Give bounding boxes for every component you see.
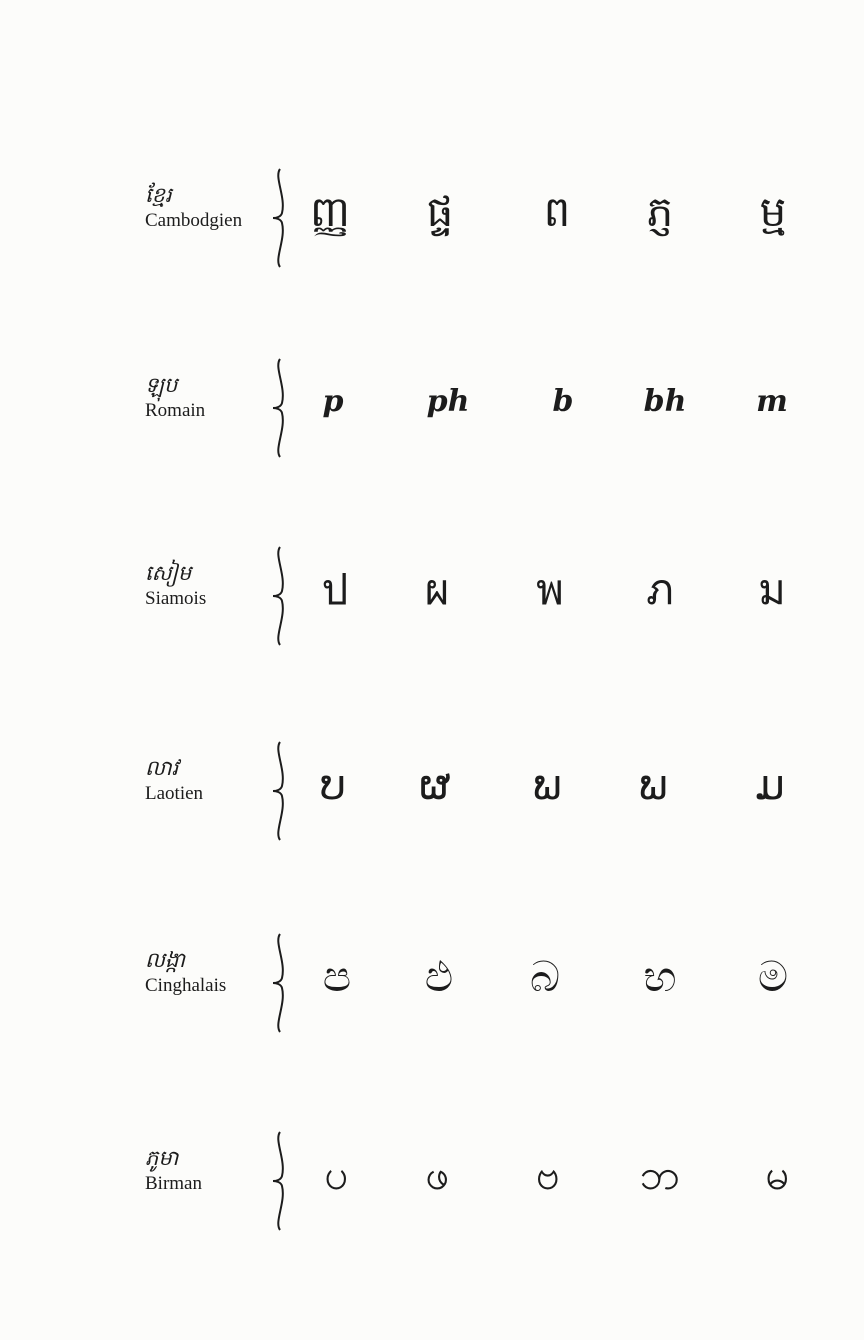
curly-brace-icon [272,933,284,1033]
french-script-name: Romain [145,400,206,421]
row-siamois: សៀម Siamois ป ผ พ ภ ม [0,543,864,653]
native-script-name: លង្កា [145,948,185,972]
glyph-cell: ป [321,565,349,614]
french-script-name: Cinghalais [145,975,227,996]
page: { "rows": [ { "native_name": "ខ្មែរ", "f… [0,0,864,1340]
glyph-cell: බ [529,952,561,1001]
glyph-cell: ม [758,565,786,614]
glyph-cell: မ [765,1150,789,1199]
row-cinghalais: លង្កា Cinghalais ප ඵ බ භ ම [0,930,864,1040]
native-script-name: ឡុប [145,373,178,397]
glyph-cell: ព [543,187,571,236]
glyph-cell: ភ្ញ [646,187,674,236]
glyph-cell: ພ [532,760,562,809]
native-script-name: សៀម [145,561,192,585]
row-label: លង្កា Cinghalais [145,948,270,998]
glyph-cell: พ [536,565,564,614]
glyph-cell: ပ [324,1150,348,1199]
glyph-cell: භ [643,952,677,1001]
row-label: ឡុប Romain [145,373,270,423]
glyph-cell: p [322,384,344,419]
curly-brace-icon [272,358,284,458]
glyph-cell: ផ្ទ [426,187,454,236]
french-script-name: Cambodgien [145,210,243,231]
glyph-cell: ဘ [639,1150,681,1199]
row-label: ភូមា Birman [145,1146,270,1196]
row-label: ខ្មែរ Cambodgien [145,183,270,233]
glyph-cell: m [756,384,788,419]
row-cambodgien: ខ្មែរ Cambodgien ញ្ញ ផ្ទ ព ភ្ញ ម្ម [0,165,864,275]
curly-brace-icon [272,546,284,646]
glyph-cell: ผ [424,565,450,614]
glyph-cell: b [552,384,574,419]
row-label: លាវ Laotien [145,756,270,806]
glyph-cell: ມ [755,760,785,809]
glyph-cell: ញ្ញ [310,187,350,236]
french-script-name: Siamois [145,588,207,609]
row-birman: ភូមា Birman ပ ဖ ဗ ဘ မ [0,1128,864,1238]
row-romain: ឡុប Romain p ph b bh m [0,355,864,465]
native-script-name: ភូមា [145,1146,179,1170]
curly-brace-icon [272,1131,284,1231]
glyph-cell: ພ [638,760,668,809]
glyph-cell: ບ [319,760,347,809]
glyph-cell: ම [757,952,789,1001]
glyph-cell: bh [643,384,687,419]
row-laotien: លាវ Laotien ບ ຜ ພ ພ ມ [0,738,864,848]
glyph-cell: ဖ [425,1150,449,1199]
glyph-cell: ph [426,384,470,419]
glyph-cell: ម្ម [759,187,787,236]
french-script-name: Laotien [145,783,204,804]
glyph-cell: ຜ [419,760,451,809]
curly-brace-icon [272,741,284,841]
french-script-name: Birman [145,1173,202,1194]
glyph-cell: ဗ [536,1150,560,1199]
row-label: សៀម Siamois [145,561,270,611]
native-script-name: ខ្មែរ [145,183,172,207]
glyph-cell: ප [322,952,352,1001]
native-script-name: លាវ [145,756,179,780]
glyph-cell: ภ [646,565,674,614]
glyph-cell: ඵ [424,952,454,1001]
